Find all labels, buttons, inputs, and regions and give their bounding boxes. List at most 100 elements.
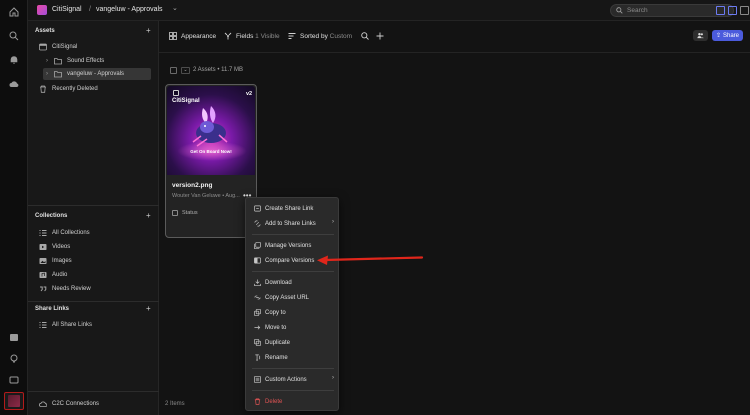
menu-item-copy-asset-url[interactable]: Copy Asset URL [254,292,334,303]
fields-icon [224,32,232,40]
chevron-down-icon[interactable]: ⌄ [172,4,178,12]
trash-icon [254,398,261,405]
share-button[interactable]: ⇪ Share [712,30,743,41]
search-icon[interactable] [361,31,373,41]
add-link-icon [254,220,261,227]
menu-item-rename[interactable]: Rename [254,352,334,363]
version-badge: v2 [246,91,253,97]
breadcrumb-separator: / [89,6,91,13]
help-icon[interactable] [8,332,20,344]
image-icon [39,257,47,265]
sidebar-item-label: Recently Deleted [52,86,98,92]
menu-item-label: Create Share Link [265,205,314,212]
sidebar-item-label: All Collections [52,230,90,236]
sidebar-item-all-collections[interactable]: All Collections [39,227,151,239]
search-icon[interactable] [8,30,20,42]
menu-item-duplicate[interactable]: Duplicate [254,337,334,348]
menu-item-label: Delete [265,398,283,405]
search-icon [616,7,623,14]
menu-item-add-to-share-links[interactable]: Add to Share Links › [254,218,334,229]
menu-item-label: Move to [265,324,287,331]
sidebar-item-all-share-links[interactable]: All Share Links [39,319,151,331]
layout-icon[interactable] [740,6,749,15]
asset-card[interactable]: CitiSignal v2 Get On Board Now! version2… [165,84,257,238]
sort-button[interactable]: Sorted by Custom [288,31,352,41]
sidebar-item-audio[interactable]: Audio [39,269,151,281]
sidebar-item-label: Images [52,258,72,264]
appearance-button[interactable]: Appearance [169,31,216,41]
add-collection-icon[interactable]: + [146,212,151,220]
org-logo-icon [37,5,47,15]
assets-section-title: Assets [35,28,55,34]
audio-icon [39,271,47,279]
sidebar-item-recently-deleted[interactable]: Recently Deleted [39,83,151,95]
home-icon[interactable] [8,6,20,18]
sidebar-item-citisignal[interactable]: CitiSignal [39,41,151,53]
sidebar-item-needs-review[interactable]: Needs Review [39,283,151,295]
annotation-arrow [317,255,424,265]
panel-right-icon[interactable] [728,6,737,15]
apps-icon[interactable] [8,374,20,386]
menu-item-manage-versions[interactable]: Manage Versions [254,240,334,251]
sidebar-item-label: Videos [52,244,71,250]
sidebar-item-label: All Share Links [52,322,93,328]
sidebar: Assets + CitiSignal › Sound Effects › va… [28,21,159,415]
fields-count: 1 Visible [255,32,280,40]
sidebar-item-sound-effects[interactable]: › Sound Effects [46,55,151,67]
move-icon [254,324,261,331]
add-asset-icon[interactable]: + [146,27,151,35]
card-select-checkbox[interactable] [173,90,179,96]
sidebar-item-images[interactable]: Images [39,255,151,267]
cloud-upload-icon[interactable] [8,78,20,90]
menu-item-copy-to[interactable]: Copy to [254,307,334,318]
chevron-right-icon[interactable]: › [46,71,51,77]
appearance-label: Appearance [181,32,217,40]
brand-folder-icon [39,43,47,51]
panel-left-icon[interactable] [716,6,725,15]
lightbulb-icon[interactable] [8,353,20,365]
sidebar-divider [28,391,159,392]
breadcrumb-org[interactable]: CitiSignal [52,6,82,13]
sidebar-item-approvals[interactable]: › vangeluw - Approvals [43,68,151,80]
menu-item-label: Duplicate [265,339,291,346]
menu-item-delete[interactable]: Delete [254,396,334,407]
status-field[interactable]: Status [172,210,198,216]
menu-divider [252,234,334,235]
select-dropdown[interactable]: ⌄ [181,67,190,74]
toolbar-divider [159,52,750,53]
duplicate-icon [254,339,261,346]
sort-label: Sorted by [300,32,328,40]
menu-item-label: Compare Versions [265,257,315,264]
status-label: Status [182,210,198,216]
fields-button[interactable]: Fields 1 Visible [224,31,280,41]
people-icon[interactable] [693,30,708,41]
menu-item-download[interactable]: Download [254,277,334,288]
c2c-connections-link[interactable]: C2C Connections [39,398,151,410]
profile-avatar[interactable] [4,392,24,410]
asset-thumbnail[interactable]: CitiSignal v2 Get On Board Now! [167,86,255,175]
menu-item-custom-actions[interactable]: Custom Actions › [254,374,334,385]
select-all-checkbox[interactable] [170,67,177,74]
rabbit-illustration [192,106,228,147]
chevron-right-icon: › [332,375,334,381]
breadcrumb-folder[interactable]: vangeluw - Approvals [96,6,163,13]
add-icon[interactable] [376,31,388,41]
link-icon [254,205,261,212]
menu-item-move-to[interactable]: Move to [254,322,334,333]
asset-meta: Wouter Van Geluwe • Aug... [172,193,240,199]
sidebar-item-videos[interactable]: Videos [39,241,151,253]
copy-icon [254,309,261,316]
sidebar-item-label: Sound Effects [67,58,105,64]
bell-icon[interactable] [8,54,20,66]
menu-item-label: Manage Versions [265,242,312,249]
chevron-right-icon[interactable]: › [46,58,51,64]
sidebar-item-label: CitiSignal [52,44,78,50]
menu-item-label: Copy to [265,309,286,316]
app-rail [0,0,28,415]
asset-count: 2 Assets • 11.7 MB [193,67,244,73]
asset-name[interactable]: version2.png [172,182,212,189]
menu-item-create-share-link[interactable]: Create Share Link [254,203,334,214]
add-share-link-icon[interactable]: + [146,305,151,313]
list-icon [39,229,47,237]
collections-section-title: Collections [35,213,68,219]
